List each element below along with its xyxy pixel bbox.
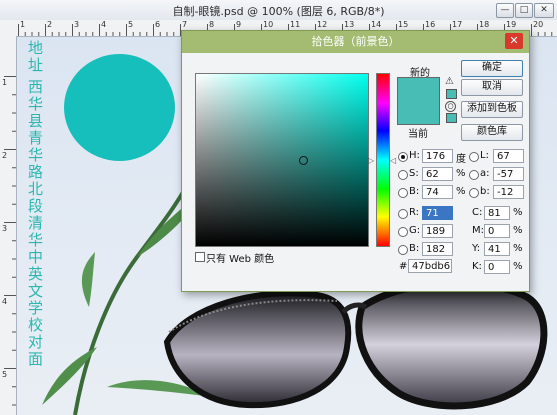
color-picker-dialog: 拾色器（前景色） ✕ ▷ ◁ 新的 当前 ⚠ ○ 确定 取消 添加到色板 颜色库… [181,30,530,292]
ruler-number: 4 [101,20,107,29]
cmyk-unit-0: % [513,207,523,218]
web-safe-warning-icon[interactable]: ○ [445,101,456,112]
window-title-bar: 自制-眼镜.psd @ 100% (图层 6, RGB/8*) — □ ✕ [0,0,557,21]
lab-radio-1[interactable] [469,170,479,180]
ruler-number: 18 [479,20,490,29]
color-field[interactable] [195,73,369,247]
hsb-input-0[interactable]: 176 [422,149,453,163]
cmyk-input-2[interactable]: 41 [484,242,510,256]
cmyk-unit-2: % [513,243,523,254]
cmyk-input-3[interactable]: 0 [484,260,510,274]
rgb-radio-2[interactable] [398,245,408,255]
ruler-number: 15 [398,20,409,29]
ruler-number-vertical: 2 [2,151,8,160]
hsb-radio-1[interactable] [398,170,408,180]
hsb-label-0: H: [409,150,420,161]
hsb-radio-2[interactable] [398,188,408,198]
ruler-number: 10 [263,20,274,29]
ruler-number: 17 [452,20,463,29]
hue-slider[interactable] [376,73,390,247]
ruler-number: 11 [290,20,301,29]
cmyk-unit-3: % [513,261,523,272]
ruler-number-vertical: 1 [2,78,8,87]
ruler-number: 20 [533,20,544,29]
current-color-swatch[interactable] [397,101,440,125]
rgb-input-0[interactable]: 71 [422,206,453,220]
gamut-warning-icon[interactable]: ⚠ [445,76,454,87]
rgb-label-1: G: [409,225,421,236]
ok-button[interactable]: 确定 [461,60,523,77]
add-to-swatches-button[interactable]: 添加到色板 [461,101,523,118]
cmyk-unit-1: % [513,225,523,236]
maximize-button[interactable]: □ [515,3,533,18]
vertical-ruler[interactable]: 1 2 3 4 5 [0,36,17,415]
ruler-number: 16 [425,20,436,29]
ruler-number: 6 [155,20,161,29]
ruler-number: 12 [317,20,328,29]
cmyk-label-0: C: [472,207,483,218]
new-color-swatch [397,77,440,102]
cmyk-label-3: K: [472,261,482,272]
dialog-close-button[interactable]: ✕ [505,33,523,49]
ruler-number: 7 [182,20,188,29]
hsb-input-1[interactable]: 62 [422,167,453,181]
hsb-radio-0[interactable] [398,152,408,162]
ruler-number: 9 [236,20,242,29]
hsb-label-2: B: [409,186,420,197]
web-safe-swatch-icon[interactable] [446,113,457,123]
rgb-radio-1[interactable] [398,227,408,237]
ruler-number: 2 [47,20,53,29]
rgb-label-0: R: [409,207,420,218]
close-window-button[interactable]: ✕ [534,3,554,18]
address-label-text: 地址 [27,39,43,74]
ruler-number: 14 [371,20,382,29]
cmyk-label-2: Y: [472,243,481,254]
gamut-swatch-icon[interactable] [446,89,457,99]
teal-circle [64,54,175,161]
hsb-unit-0: 度 [456,154,466,165]
ruler-number: 19 [506,20,517,29]
ruler-number-vertical: 4 [2,297,8,306]
hsb-label-1: S: [409,168,419,179]
hsb-input-2[interactable]: 74 [422,185,453,199]
cancel-button[interactable]: 取消 [461,79,523,96]
dialog-title: 拾色器（前景色） [182,31,529,53]
rgb-label-2: B: [409,243,420,254]
hex-input[interactable]: 47bdb6 [408,259,452,273]
rgb-radio-0[interactable] [398,209,408,219]
current-color-label: 当前 [408,129,428,140]
ruler-number: 13 [344,20,355,29]
minimize-button[interactable]: — [496,3,514,18]
hue-slider-left-arrow[interactable]: ▷ [368,156,374,165]
rgb-input-1[interactable]: 189 [422,224,453,238]
lab-label-1: a: [480,168,490,179]
cmyk-label-1: M: [472,225,484,236]
lab-label-0: L: [480,150,489,161]
ruler-number: 8 [209,20,215,29]
lab-label-2: b: [480,186,490,197]
ruler-number-vertical: 5 [2,370,8,379]
hex-label: # [399,261,408,272]
hsb-unit-2: % [456,186,466,197]
color-libraries-button[interactable]: 颜色库 [461,124,523,141]
color-field-cursor[interactable] [299,156,308,165]
lab-radio-2[interactable] [469,188,479,198]
rgb-input-2[interactable]: 182 [422,242,453,256]
lab-input-1[interactable]: -57 [493,167,524,181]
window-title: 自制-眼镜.psd @ 100% (图层 6, RGB/8*) [172,5,385,18]
cmyk-input-0[interactable]: 81 [484,206,510,220]
ruler-number: 3 [74,20,80,29]
hue-slider-right-arrow[interactable]: ◁ [390,156,396,165]
lab-input-2[interactable]: -12 [493,185,524,199]
hsb-unit-1: % [456,168,466,179]
ruler-number: 1 [20,20,26,29]
lab-input-0[interactable]: 67 [493,149,524,163]
web-only-label: 只有 Web 颜色 [206,254,275,265]
ruler-number: 5 [128,20,134,29]
web-only-checkbox[interactable] [195,252,205,262]
ruler-number-vertical: 3 [2,224,8,233]
cmyk-input-1[interactable]: 0 [484,224,510,238]
lab-radio-0[interactable] [469,152,479,162]
